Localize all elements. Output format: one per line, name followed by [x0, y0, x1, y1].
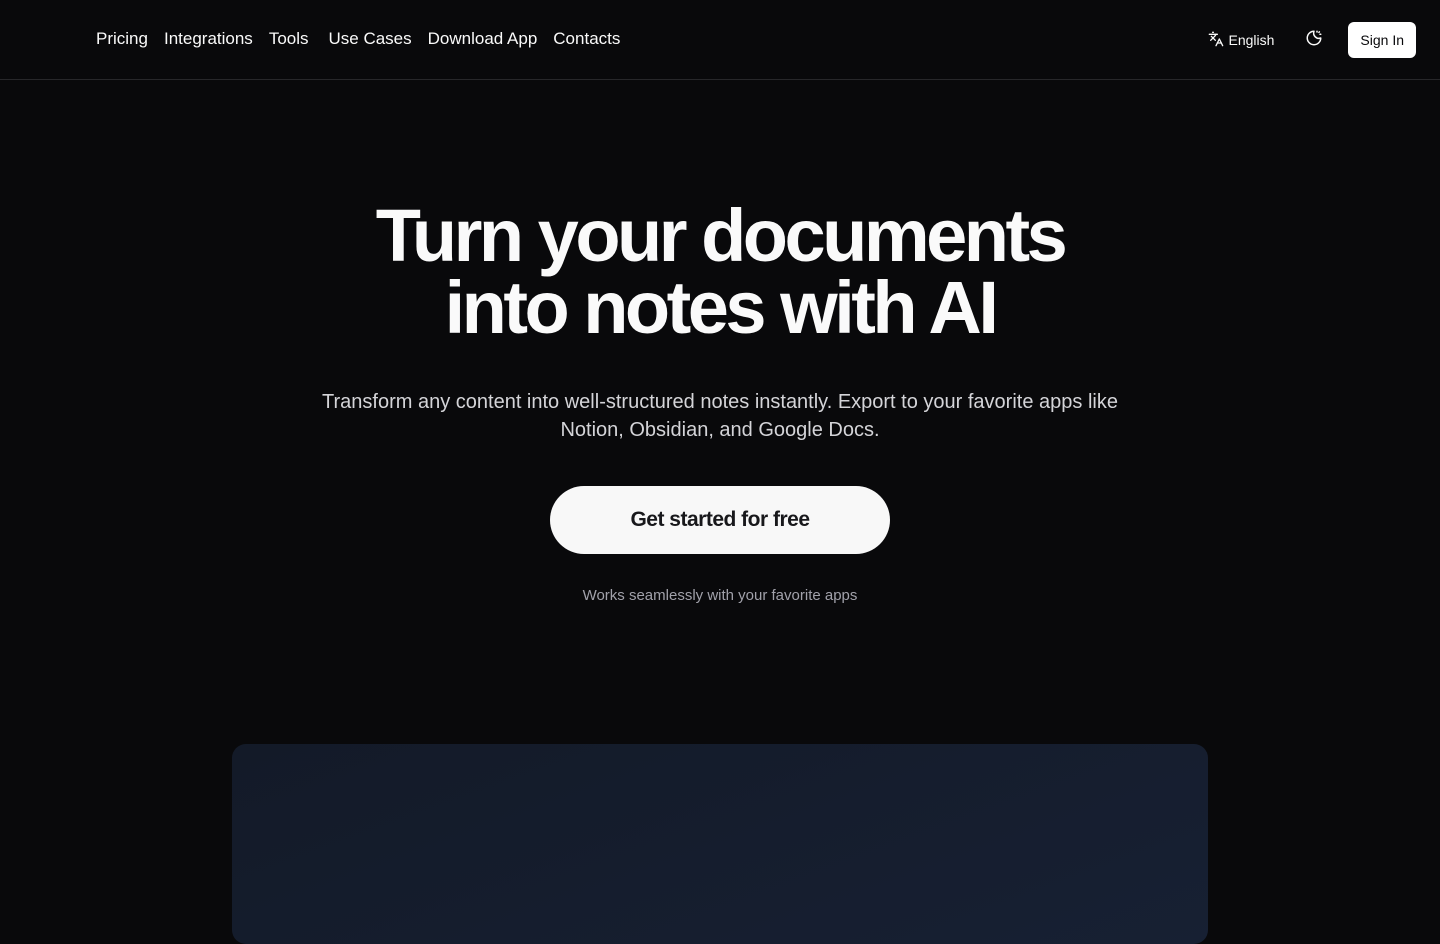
header-controls: English Sign In	[1200, 22, 1416, 58]
nav-link-use-cases[interactable]: Use Cases	[329, 28, 412, 50]
theme-toggle-icon	[1305, 29, 1323, 52]
get-started-button[interactable]: Get started for free	[550, 486, 890, 554]
hero-title: Turn your documents into notes with AI	[0, 194, 1440, 349]
nav-link-pricing[interactable]: Pricing	[96, 28, 148, 50]
hero-section: Turn your documents into notes with AI T…	[0, 194, 1440, 605]
hero-title-line-1: Turn your documents	[375, 194, 1068, 277]
sign-in-button[interactable]: Sign In	[1348, 22, 1416, 58]
top-navigation-bar: Pricing Integrations Tools Use Cases Dow…	[0, 0, 1440, 80]
nav-link-download-app[interactable]: Download App	[428, 28, 538, 50]
language-selector[interactable]: English	[1200, 22, 1282, 58]
translate-icon	[1208, 31, 1228, 50]
main-nav: Pricing Integrations Tools Use Cases Dow…	[96, 28, 636, 50]
hero-title-line-2: into notes with AI	[444, 266, 999, 349]
nav-link-contacts[interactable]: Contacts	[553, 28, 620, 50]
language-label: English	[1228, 32, 1275, 48]
hero-subtitle: Transform any content into well-structur…	[322, 391, 1118, 441]
nav-link-tools[interactable]: Tools	[269, 28, 309, 50]
works-with-caption: Works seamlessly with your favorite apps	[582, 587, 858, 604]
nav-link-integrations[interactable]: Integrations	[164, 28, 253, 50]
theme-toggle-button[interactable]	[1296, 22, 1332, 58]
app-preview-card	[232, 744, 1208, 944]
